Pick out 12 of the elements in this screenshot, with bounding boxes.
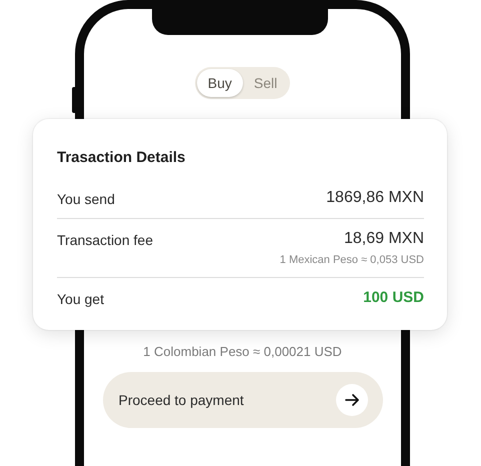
- detail-label: You get: [57, 290, 105, 307]
- detail-value: 1869,86 MXN: [326, 189, 424, 207]
- conversion-note: 1 Mexican Peso ≈ 0,053 USD: [278, 254, 424, 266]
- detail-value: 18,69 MXN: [344, 230, 424, 248]
- detail-label: Transaction fee: [57, 231, 154, 248]
- detail-label: You send: [57, 190, 116, 207]
- proceed-button[interactable]: Proceed to payment: [102, 372, 382, 428]
- card-title: Trasaction Details: [57, 149, 186, 166]
- toggle-option[interactable]: Buy: [196, 69, 243, 97]
- arrow-right-icon: [336, 384, 368, 416]
- detail-value: 100 USD: [363, 289, 424, 307]
- exchange-rate: 1 Colombian Peso ≈ 0,00021 USD: [143, 344, 342, 359]
